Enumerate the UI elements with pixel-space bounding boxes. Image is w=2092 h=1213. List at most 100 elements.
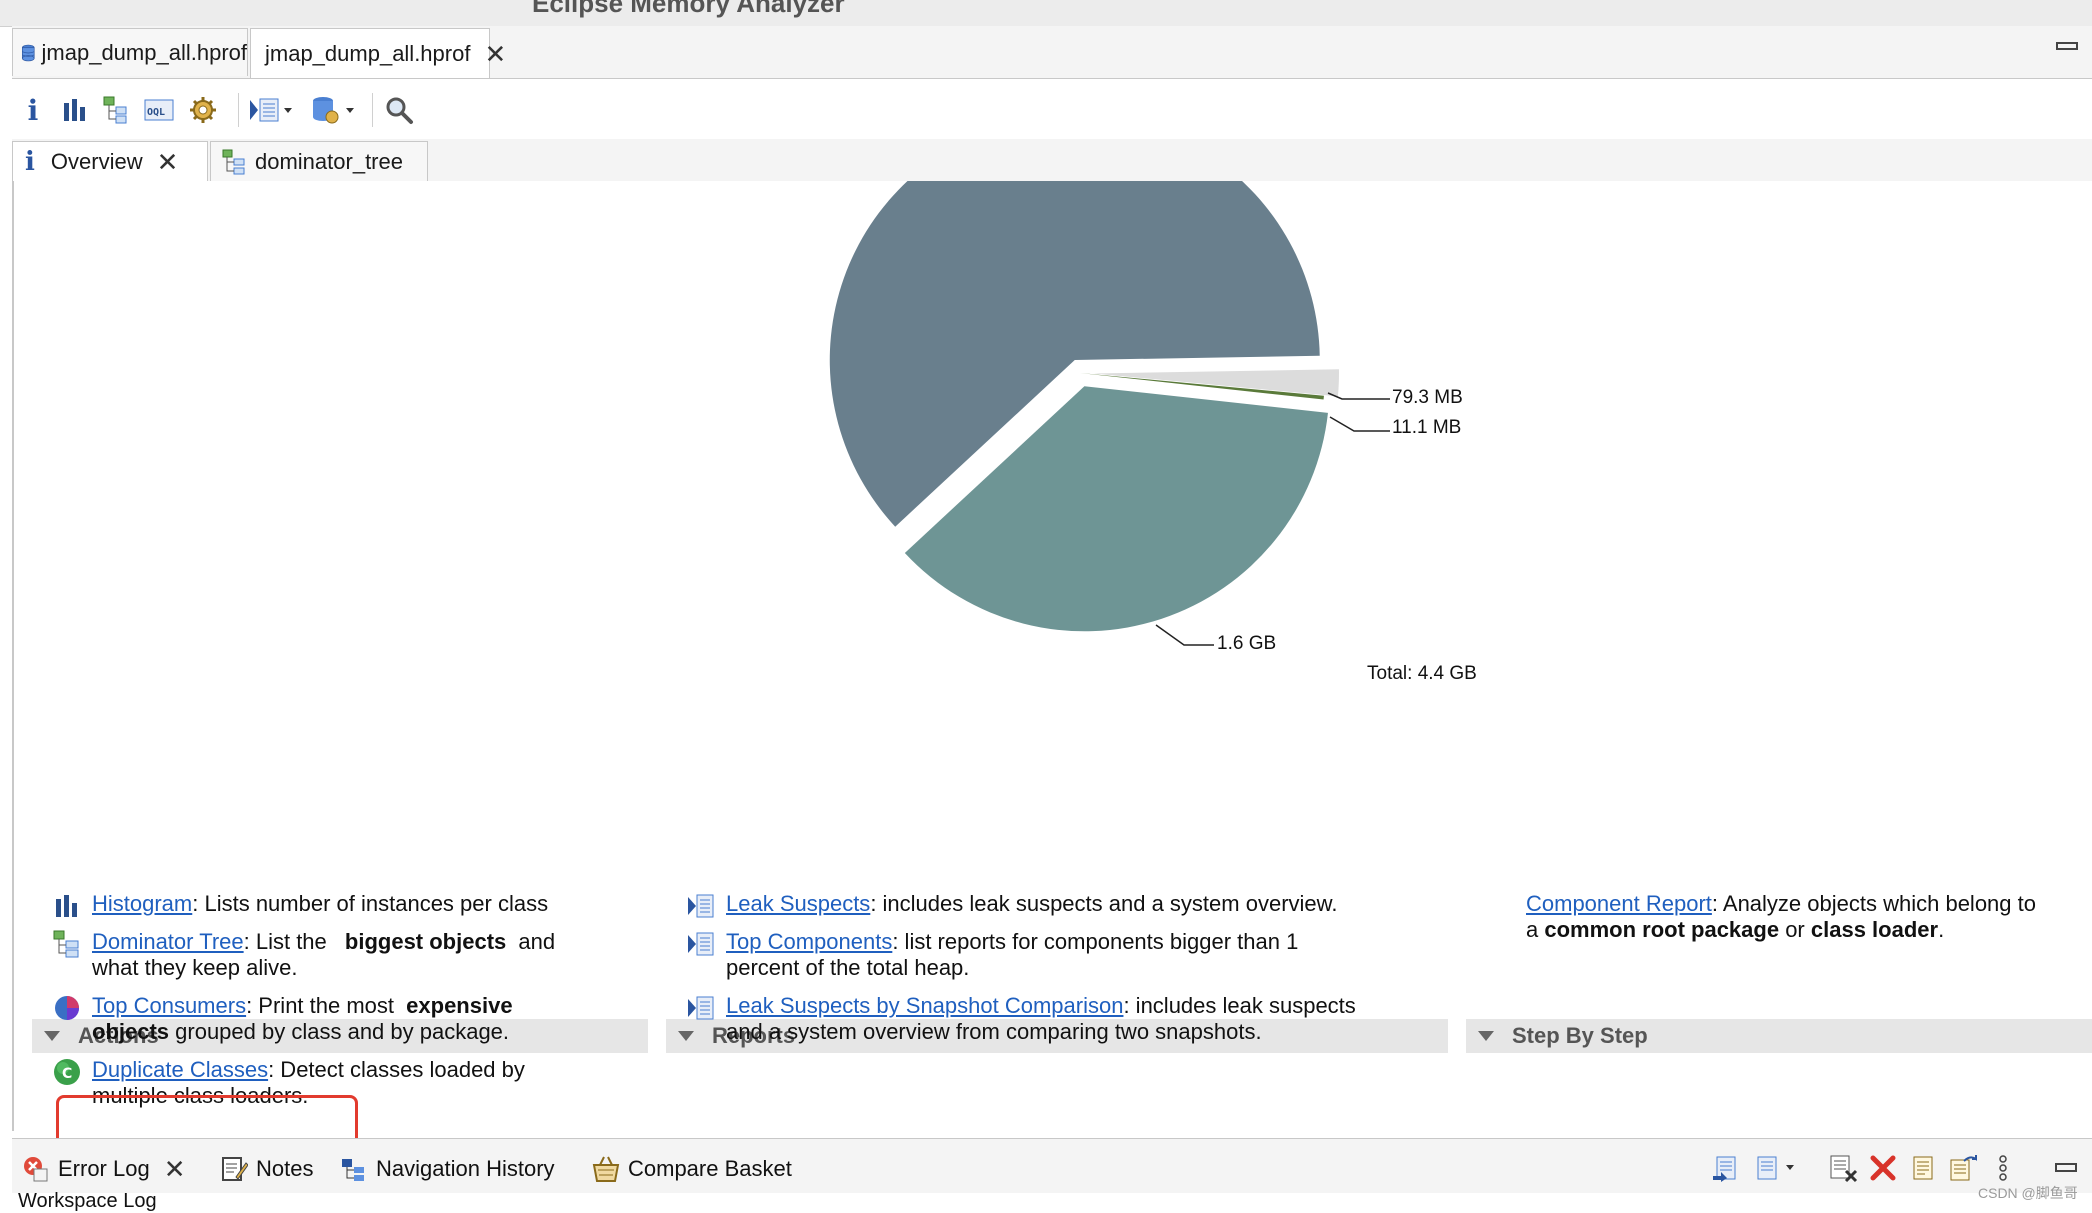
gear-icon[interactable] [186, 93, 220, 127]
report-icon [688, 932, 714, 956]
tab-label: dominator_tree [255, 148, 403, 174]
top-consumers-link[interactable]: Top Consumers [92, 993, 246, 1018]
entry-text: grouped by class and by package. [169, 1019, 510, 1044]
entry-text: : includes leak suspects [1123, 993, 1356, 1018]
oql-icon[interactable]: OQL [142, 93, 176, 127]
delete-log-icon[interactable] [1868, 1153, 1898, 1183]
entry-text: : Analyze objects which belong to [1711, 891, 2036, 916]
app-title: Eclipse Memory Analyzer [532, 0, 845, 18]
tab-notes[interactable]: Notes [220, 1149, 313, 1189]
entry-text: a [1526, 917, 1545, 942]
slice-label-11mb: 11.1 MB [1392, 417, 1462, 438]
svg-text:C: C [62, 1066, 72, 1082]
tab-label: Navigation History [376, 1156, 555, 1181]
tab-dominator-tree[interactable]: dominator_tree [210, 141, 428, 181]
editor-tab-1[interactable]: jmap_dump_all.hprof [12, 28, 248, 76]
entry-text: : List the [243, 929, 327, 954]
component-report-link[interactable]: Component Report [1526, 891, 1712, 916]
tab-compare-basket[interactable]: Compare Basket [592, 1149, 792, 1189]
bottom-tab-bar: Error Log ✕ Notes Navigation History Com… [12, 1138, 2092, 1193]
entry-text: : Print the most [246, 993, 395, 1018]
entry-bold: expensive [406, 993, 513, 1018]
compare-basket-icon [592, 1156, 620, 1182]
leak-suspects-comparison-link[interactable]: Leak Suspects by Snapshot Comparison [726, 993, 1123, 1018]
duplicate-classes-link[interactable]: Duplicate Classes [92, 1057, 268, 1082]
entry-bold: objects [92, 1019, 170, 1044]
search-icon[interactable] [382, 93, 416, 127]
heap-dump-icon [21, 44, 35, 61]
entry-text: and a system overview from comparing two… [726, 1019, 1262, 1044]
class-icon: C [54, 1059, 80, 1085]
dominator-tree-icon [222, 149, 245, 174]
tab-navigation-history[interactable]: Navigation History [340, 1149, 555, 1189]
report-icon [688, 894, 714, 918]
chevron-down-icon [44, 1031, 60, 1041]
import-log-dropdown-icon[interactable] [1754, 1153, 1800, 1183]
minimize-icon[interactable] [2056, 42, 2078, 50]
restore-log-icon[interactable] [1948, 1153, 1978, 1183]
entry-text: or [1779, 917, 1811, 942]
clear-log-icon[interactable] [1828, 1153, 1858, 1183]
entry-text: : Detect classes loaded by [268, 1057, 525, 1082]
pie-icon [55, 996, 79, 1020]
close-icon[interactable]: ✕ [157, 149, 179, 175]
close-icon[interactable]: ✕ [164, 1156, 186, 1182]
info-icon[interactable]: i [16, 93, 50, 127]
report-leak-suspects: Leak Suspects: includes leak suspects an… [688, 891, 1466, 918]
editor-tab-2[interactable]: jmap_dump_all.hprof ✕ [250, 28, 506, 78]
leader-line [1155, 624, 1214, 646]
entry-text: : Lists number of instances per class [192, 891, 549, 916]
step-by-step-section-header[interactable]: Step By Step [1466, 1019, 2092, 1053]
histogram-icon[interactable] [58, 93, 92, 127]
tab-label: Error Log [58, 1156, 150, 1181]
tab-label: Compare Basket [628, 1156, 792, 1181]
overview-content: 79.3 MB 11.1 MB 1.6 GB Total: 4.4 GB Act… [12, 181, 2092, 1155]
report-icon [688, 996, 714, 1020]
tab-label: Overview [50, 148, 143, 174]
action-dominator-tree: Dominator Tree: List the biggest objects… [53, 929, 662, 981]
top-components-link[interactable]: Top Components [726, 929, 892, 954]
entry-text: : includes leak suspects and a system ov… [870, 891, 1338, 916]
report-top-components: Top Components: list reports for compone… [688, 929, 1466, 981]
entry-text: . [1938, 917, 1945, 942]
watermark: CSDN @脚鱼哥 [1978, 1185, 2078, 1201]
report-leak-suspects-comparison: Leak Suspects by Snapshot Comparison: in… [688, 993, 1466, 1045]
entry-bold: biggest objects [344, 929, 507, 954]
svg-text:OQL: OQL [147, 107, 165, 118]
dominator-tree-link[interactable]: Dominator Tree [92, 929, 244, 954]
action-top-consumers: Top Consumers: Print the most expensive … [55, 993, 662, 1045]
editor-tab-label: jmap_dump_all.hprof [265, 40, 471, 66]
window-titlebar: Eclipse Memory Analyzer [0, 0, 2092, 27]
dominator-tree-icon[interactable] [100, 93, 134, 127]
step-component-report: Component Report: Analyze objects which … [1526, 891, 2092, 943]
navigation-history-icon [342, 1159, 364, 1181]
entry-text: and [518, 929, 556, 954]
entry-text: : list reports for components bigger tha… [892, 929, 1299, 954]
editor-toolbar: i OQL [12, 79, 2092, 139]
entry-text: what they keep alive. [92, 955, 298, 980]
report-dropdown-icon[interactable] [246, 93, 296, 127]
dominator-tree-icon [53, 930, 79, 958]
tab-error-log[interactable]: Error Log ✕ [22, 1149, 186, 1189]
section-title: Step By Step [1512, 1023, 1648, 1048]
leader-line [1329, 416, 1390, 432]
export-log-icon[interactable] [1710, 1153, 1740, 1183]
close-icon[interactable]: ✕ [484, 41, 506, 67]
slice-label-1-6gb: 1.6 GB [1217, 633, 1277, 654]
chevron-down-icon [1478, 1031, 1494, 1041]
notes-icon [222, 1157, 248, 1181]
error-log-icon [24, 1157, 48, 1182]
histogram-icon [56, 895, 77, 917]
minimize-icon[interactable] [2052, 1153, 2082, 1183]
total-label: Total: 4.4 GB [1367, 663, 1477, 684]
entry-bold: class loader [1810, 917, 1939, 942]
action-histogram: Histogram: Lists number of instances per… [56, 891, 662, 917]
histogram-link[interactable]: Histogram [92, 891, 192, 916]
leak-suspects-link[interactable]: Leak Suspects [726, 891, 870, 916]
open-log-icon[interactable] [1908, 1153, 1938, 1183]
entry-text: percent of the total heap. [726, 955, 970, 980]
info-icon: i [25, 146, 35, 177]
query-dropdown-icon[interactable] [308, 93, 358, 127]
tab-overview[interactable]: i Overview ✕ [12, 141, 208, 181]
view-menu-icon[interactable] [1988, 1153, 2018, 1183]
